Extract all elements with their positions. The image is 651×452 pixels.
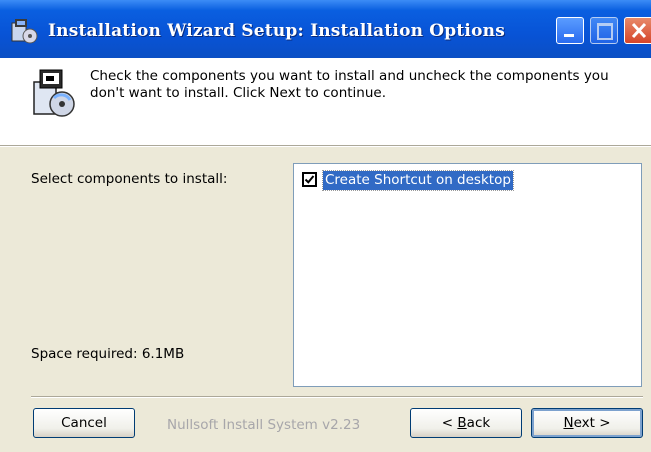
title-bar[interactable]: Installation Wizard Setup: Installation …: [0, 0, 651, 58]
back-button[interactable]: < Back: [410, 408, 522, 438]
header-divider: [0, 145, 651, 147]
checkmark-icon: [304, 175, 315, 184]
components-list[interactable]: Create Shortcut on desktop: [293, 163, 642, 387]
minimize-button[interactable]: [556, 17, 584, 44]
back-prefix: <: [441, 415, 458, 431]
installer-window: Installation Wizard Setup: Installation …: [0, 0, 651, 452]
branding-text: Nullsoft Install System v2.23: [167, 417, 361, 433]
footer-divider: [31, 396, 643, 398]
next-button[interactable]: Next >: [531, 408, 643, 438]
window-title: Installation Wizard Setup: Installation …: [48, 21, 505, 41]
next-suffix: ext >: [573, 415, 611, 431]
cancel-button-label: Cancel: [61, 415, 107, 431]
next-accelerator: N: [563, 415, 574, 431]
back-suffix: ack: [466, 415, 491, 431]
next-button-label: Next >: [563, 415, 610, 431]
header-instructions: Check the components you want to install…: [90, 68, 609, 101]
maximize-button: [590, 17, 618, 44]
installer-app-icon: [11, 19, 38, 44]
cancel-button[interactable]: Cancel: [33, 408, 135, 438]
installer-package-icon: [33, 69, 75, 117]
close-icon: [631, 22, 647, 39]
back-accelerator: B: [457, 415, 467, 431]
space-required-label: Space required: 6.1MB: [31, 346, 185, 362]
select-components-label: Select components to install:: [31, 171, 228, 187]
component-label[interactable]: Create Shortcut on desktop: [322, 170, 514, 191]
back-button-label: < Back: [442, 415, 490, 431]
close-button[interactable]: [624, 17, 651, 44]
component-checkbox[interactable]: [302, 172, 317, 187]
